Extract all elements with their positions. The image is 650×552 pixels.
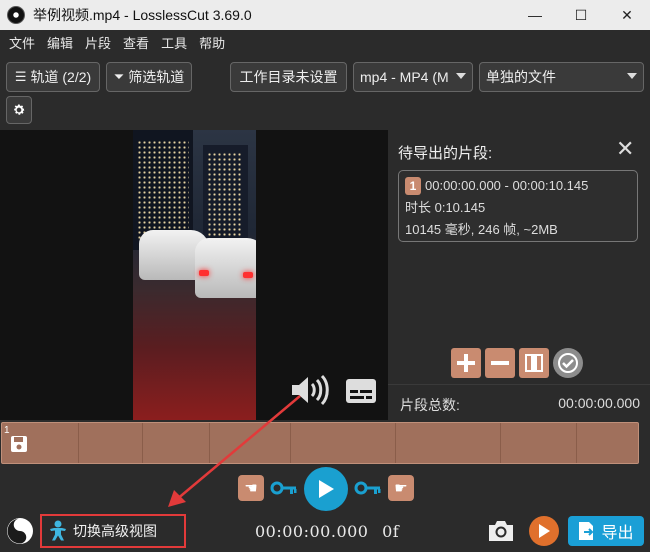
menu-edit[interactable]: 编辑 <box>42 33 78 52</box>
window-title: 举例视频.mp4 - LosslessCut 3.69.0 <box>33 7 252 23</box>
segments-panel: 待导出的片段: ✕ 1 00:00:00.000 - 00:00:10.145 时… <box>388 130 650 420</box>
current-time[interactable]: 00:00:00.000 0f <box>255 522 399 541</box>
filter-icon: ⏷ <box>113 69 125 84</box>
minimize-button[interactable]: — <box>512 0 558 30</box>
remove-segment-button[interactable] <box>485 348 515 378</box>
capture-button[interactable] <box>529 516 559 546</box>
frame-count: 0f <box>382 522 400 541</box>
toggle-advanced-view-button[interactable]: 切换高级视图 <box>40 514 186 548</box>
format-select[interactable]: mp4 - MP4 (M <box>353 62 473 92</box>
segments-total: 片段总数: 00:00:00.000 <box>388 384 650 420</box>
window-controls: — ☐ ✕ <box>512 0 650 30</box>
segment-actions <box>451 348 583 378</box>
export-label: 导出 <box>601 525 634 542</box>
playback-controls: ☚ ☛ 切换高级视图 00:00:00.000 0f 导出 <box>0 466 650 552</box>
hand-right-icon: ☛ <box>394 480 408 497</box>
tracks-icon: ☰ <box>14 69 27 84</box>
segment-duration: 时长 0:10.145 <box>405 200 486 215</box>
menu-view[interactable]: 查看 <box>118 33 154 52</box>
segment-item[interactable]: 1 00:00:00.000 - 00:00:10.145 时长 0:10.145… <box>398 170 638 242</box>
advanced-view-label: 切换高级视图 <box>73 523 157 539</box>
workdir-label: 工作目录未设置 <box>239 69 338 85</box>
subtitle-icon[interactable] <box>345 378 377 404</box>
remove-icon <box>491 361 509 365</box>
close-window-button[interactable]: ✕ <box>604 0 650 30</box>
split-segment-button[interactable] <box>519 348 549 378</box>
export-icon <box>579 522 594 540</box>
yinyang-icon[interactable] <box>7 518 33 544</box>
camera-icon[interactable] <box>486 518 516 544</box>
select-segment-button[interactable] <box>553 348 583 378</box>
split-icon <box>525 354 543 372</box>
tracks-label: 轨道 (2/2) <box>30 69 92 85</box>
play-button[interactable] <box>304 467 348 511</box>
segment-details: 10145 毫秒, 246 帧, ~2MB <box>405 222 558 237</box>
video-preview[interactable] <box>0 130 388 420</box>
jump-to-end-button[interactable]: ☛ <box>388 475 414 501</box>
title-bar: 举例视频.mp4 - LosslessCut 3.69.0 — ☐ ✕ <box>0 0 650 30</box>
export-button[interactable]: 导出 <box>568 516 644 546</box>
maximize-button[interactable]: ☐ <box>558 0 604 30</box>
menu-segments[interactable]: 片段 <box>80 33 116 52</box>
segments-total-value: 00:00:00.000 <box>558 395 640 411</box>
chevron-down-icon <box>627 73 637 79</box>
filter-tracks-button[interactable]: ⏷ 筛选轨道 <box>106 62 192 92</box>
gear-icon <box>14 104 25 115</box>
menu-tools[interactable]: 工具 <box>156 33 192 52</box>
timeline[interactable]: 1 <box>0 420 650 466</box>
car-image <box>195 238 256 298</box>
video-frame <box>133 130 256 420</box>
person-icon <box>50 520 66 541</box>
add-segment-button[interactable] <box>451 348 481 378</box>
key-right-icon[interactable] <box>354 479 382 497</box>
segments-total-label: 片段总数: <box>400 397 460 413</box>
key-left-icon[interactable] <box>270 479 298 497</box>
segment-range: 00:00:00.000 - 00:00:10.145 <box>425 178 589 193</box>
menu-help[interactable]: 帮助 <box>194 33 230 52</box>
add-icon <box>457 354 475 372</box>
play-icon <box>319 480 334 498</box>
tracks-button[interactable]: ☰ 轨道 (2/2) <box>6 62 100 92</box>
menu-file[interactable]: 文件 <box>4 33 40 52</box>
workdir-button[interactable]: 工作目录未设置 <box>230 62 347 92</box>
jump-to-start-button[interactable]: ☚ <box>238 475 264 501</box>
timeline-segment[interactable]: 1 <box>1 422 639 464</box>
chevron-down-icon <box>456 73 466 79</box>
filter-tracks-label: 筛选轨道 <box>128 69 185 85</box>
hand-left-icon: ☚ <box>244 480 258 497</box>
volume-icon[interactable] <box>290 374 330 406</box>
menu-bar: 文件 编辑 片段 查看 工具 帮助 <box>0 30 650 54</box>
format-select-value: mp4 - MP4 (M <box>360 69 449 85</box>
settings-button[interactable] <box>6 96 32 124</box>
check-icon <box>558 353 578 373</box>
segments-title: 待导出的片段: <box>398 145 493 162</box>
record-icon <box>539 524 550 538</box>
output-mode-select[interactable]: 单独的文件 <box>479 62 644 92</box>
app-logo-icon <box>7 6 25 24</box>
segment-number: 1 <box>405 177 421 195</box>
save-icon <box>11 436 27 452</box>
toolbar: ☰ 轨道 (2/2) ⏷ 筛选轨道 工作目录未设置 mp4 - MP4 (M 单… <box>0 56 650 126</box>
close-icon[interactable]: ✕ <box>616 136 634 162</box>
timeline-segment-marker: 1 <box>4 425 10 436</box>
timecode-value: 00:00:00.000 <box>255 522 369 541</box>
output-mode-value: 单独的文件 <box>486 69 556 85</box>
